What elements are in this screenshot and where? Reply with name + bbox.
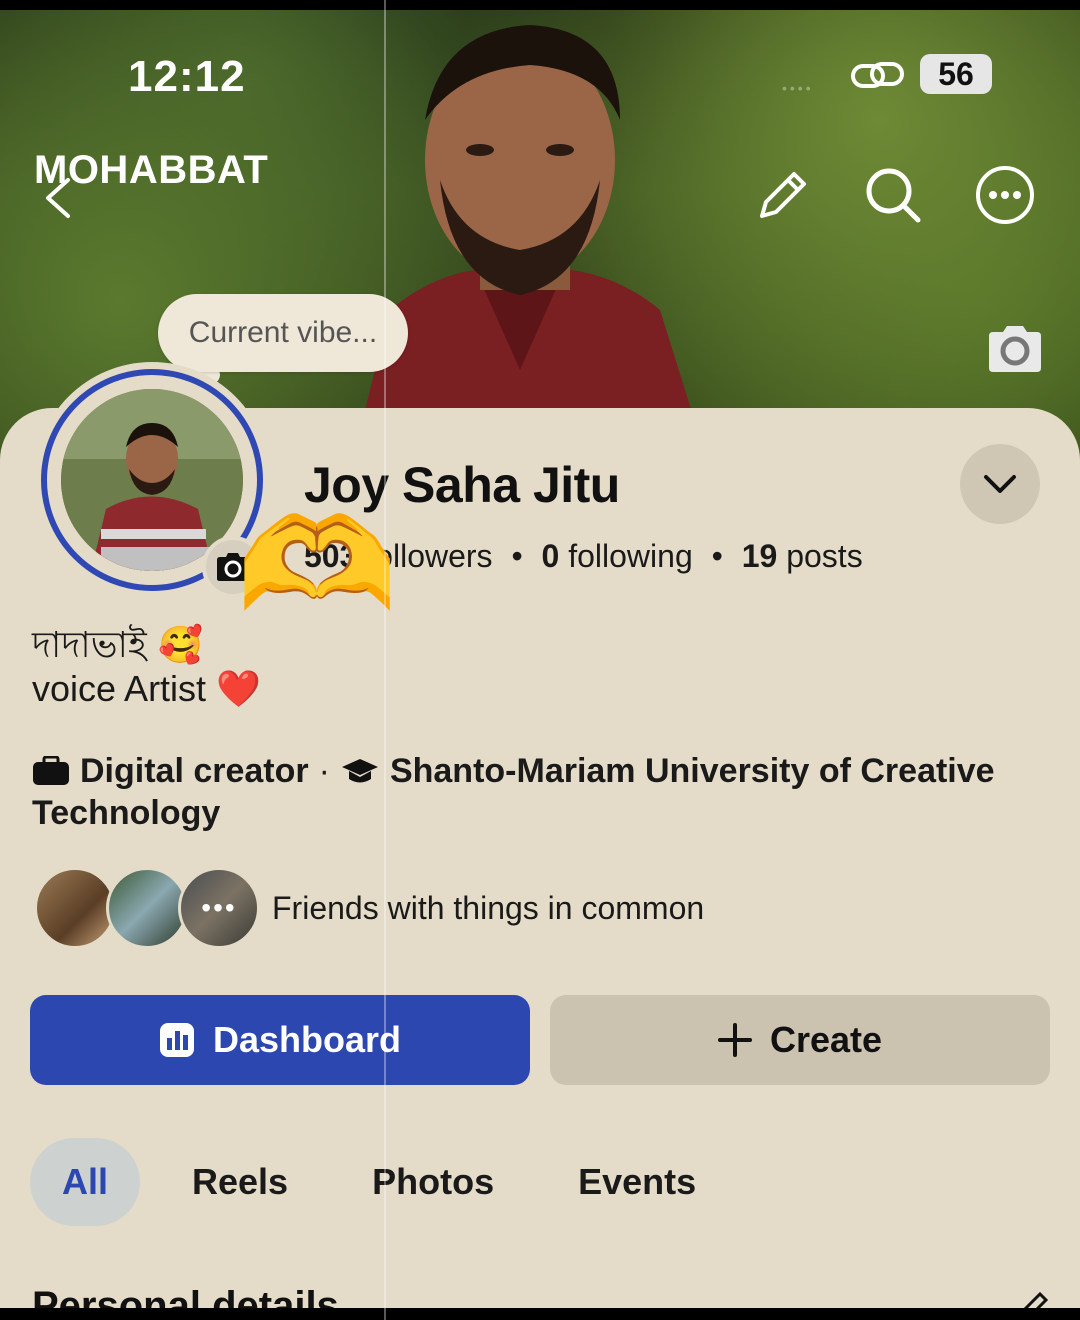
posts-label: posts	[786, 538, 863, 574]
tab-reels[interactable]: Reels	[160, 1138, 320, 1226]
friends-text: Friends with things in common	[272, 889, 705, 926]
profile-switcher-button[interactable]	[960, 444, 1040, 524]
tab-events[interactable]: Events	[546, 1138, 728, 1226]
create-label: Create	[769, 1019, 883, 1060]
following-count[interactable]: 0	[542, 538, 560, 574]
tab-all[interactable]: All	[30, 1138, 141, 1226]
heart-hands-sticker: 🫶	[236, 492, 398, 638]
bio-line-2: voice Artist ❤️	[32, 668, 261, 709]
current-vibe-bubble[interactable]: Current vibe...	[158, 294, 408, 372]
chevron-down-icon	[984, 475, 1016, 493]
link-icon	[851, 62, 904, 88]
search-icon[interactable]	[862, 164, 924, 226]
profile-tabs: All Reels Photos Events	[30, 1138, 748, 1226]
bottom-edge	[0, 1308, 1080, 1320]
battery-indicator: 56	[920, 54, 992, 94]
edit-icon[interactable]	[752, 166, 812, 226]
plus-icon	[717, 1023, 752, 1057]
tab-photos[interactable]: Photos	[340, 1138, 526, 1226]
friend-avatar: •••	[178, 867, 260, 949]
mutual-friends-row[interactable]: ••• Friends with things in common	[34, 866, 704, 950]
more-icon[interactable]	[974, 164, 1036, 226]
more-dots-icon: •••	[201, 892, 237, 923]
status-time: 12:12	[128, 52, 246, 101]
category-text: Digital creator	[80, 752, 309, 790]
stats-separator: •	[511, 538, 523, 574]
posts-count: 19	[741, 538, 778, 574]
create-button[interactable]: Create	[550, 995, 1050, 1085]
signal-dots: ••••	[782, 80, 814, 96]
friend-avatar	[106, 867, 188, 949]
screen-divider-line	[384, 0, 386, 1320]
stats-separator: •	[711, 538, 723, 574]
top-edge	[0, 0, 1080, 10]
edit-cover-camera-icon[interactable]	[985, 322, 1045, 374]
back-icon[interactable]	[40, 176, 76, 220]
details-separator: ·	[318, 752, 330, 790]
cover-person-image	[350, 25, 710, 470]
friend-avatar	[34, 867, 116, 949]
graduation-cap-icon	[341, 759, 378, 783]
dashboard-button[interactable]: Dashboard	[30, 995, 530, 1085]
profile-details: Digital creator · Shanto-Mariam Universit…	[32, 750, 1052, 834]
briefcase-icon	[33, 756, 69, 785]
following-label[interactable]: following	[568, 538, 693, 574]
dashboard-label: Dashboard	[212, 1019, 402, 1060]
chart-icon	[159, 1023, 194, 1057]
